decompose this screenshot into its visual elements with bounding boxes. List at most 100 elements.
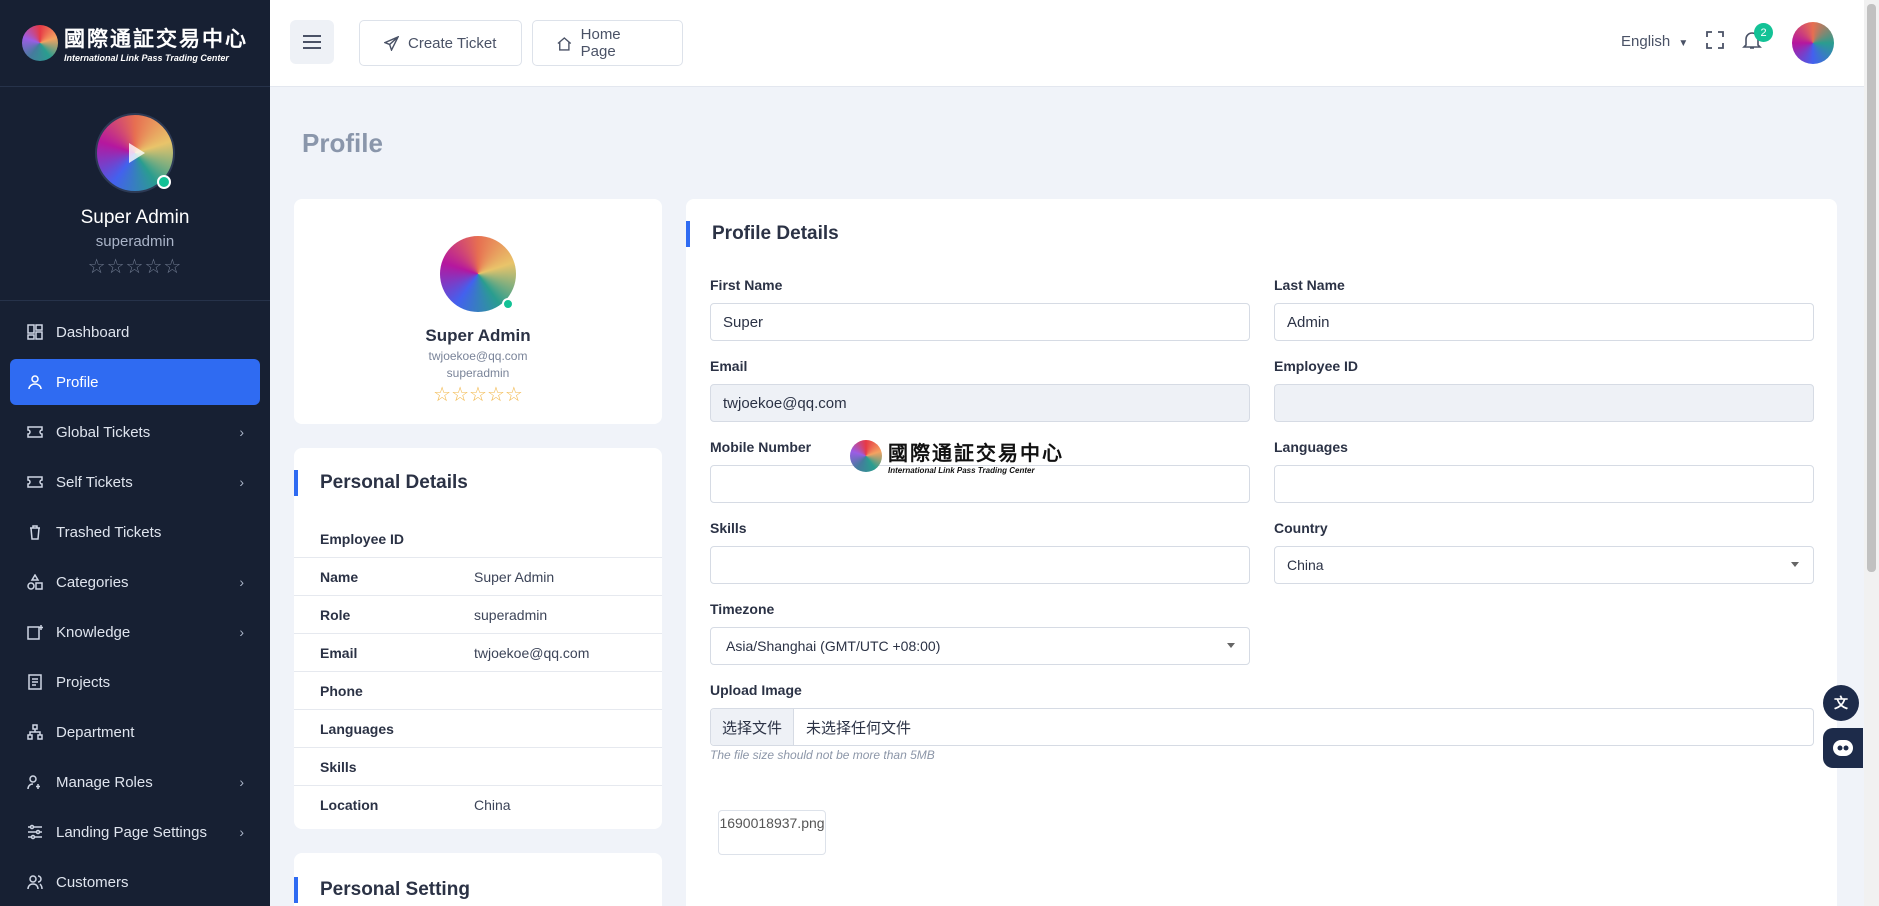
profile-image-preview: 1690018937.png	[718, 810, 826, 855]
watermark-title-en: International Link Pass Trading Center	[888, 466, 1035, 475]
email-input[interactable]: twjoekoe@qq.com	[710, 384, 1250, 422]
sidebar-item-landing-page-settings[interactable]: Landing Page Settings ›	[10, 809, 260, 855]
ticket-icon	[26, 473, 44, 491]
create-ticket-button[interactable]: Create Ticket	[359, 20, 522, 66]
sidebar-item-label: Knowledge	[56, 623, 131, 641]
chevron-right-icon: ›	[239, 774, 244, 790]
first-name-input[interactable]: Super	[710, 303, 1250, 341]
country-select[interactable]: China	[1274, 546, 1814, 584]
avatar	[440, 236, 516, 312]
country-value: China	[1287, 557, 1324, 573]
email-value: twjoekoe@qq.com	[723, 394, 847, 412]
sidebar-item-manage-roles[interactable]: Manage Roles ›	[10, 759, 260, 805]
detail-key: Location	[320, 797, 379, 813]
chevron-right-icon: ›	[239, 824, 244, 840]
personal-details-card: Personal Details Employee ID Name Super A…	[294, 448, 662, 829]
sidebar-item-label: Manage Roles	[56, 773, 153, 791]
section-title: Profile Details	[686, 221, 839, 247]
caret-down-icon	[1227, 643, 1235, 648]
timezone-select[interactable]: Asia/Shanghai (GMT/UTC +08:00)	[710, 627, 1250, 665]
personal-setting-card: Personal Setting	[294, 853, 662, 906]
detail-key: Phone	[320, 682, 363, 699]
sidebar-item-self-tickets[interactable]: Self Tickets ›	[10, 459, 260, 505]
sidebar-item-customers[interactable]: Customers	[10, 859, 260, 905]
ticket-icon	[26, 423, 44, 441]
languages-input[interactable]	[1274, 465, 1814, 503]
sidebar-username: superadmin	[95, 233, 175, 250]
customers-icon	[26, 873, 44, 891]
chevron-right-icon: ›	[239, 474, 244, 490]
menu-toggle-button[interactable]	[290, 20, 334, 64]
play-icon	[129, 143, 145, 163]
projects-icon	[26, 673, 44, 691]
profile-username: superadmin	[446, 366, 510, 380]
sidebar-item-label: Self Tickets	[56, 473, 133, 491]
sidebar-item-projects[interactable]: Projects	[10, 659, 260, 705]
page-scrollbar[interactable]	[1864, 0, 1879, 906]
sidebar-item-global-tickets[interactable]: Global Tickets ›	[10, 409, 260, 455]
chevron-right-icon: ›	[239, 574, 244, 590]
sidebar-item-label: Dashboard	[56, 323, 130, 341]
sidebar-item-dashboard[interactable]: Dashboard	[10, 309, 260, 355]
sidebar-item-trashed-tickets[interactable]: Trashed Tickets	[10, 509, 260, 555]
employee-id-input[interactable]	[1274, 384, 1814, 422]
create-ticket-label: Create Ticket	[408, 34, 497, 52]
last-name-input[interactable]: Admin	[1274, 303, 1814, 341]
detail-value: superadmin	[474, 606, 548, 623]
fullscreen-icon[interactable]	[1706, 31, 1724, 49]
section-title: Personal Setting	[294, 877, 662, 903]
home-page-button[interactable]: Home Page	[532, 20, 683, 66]
profile-name: Super Admin	[425, 326, 531, 345]
sidebar-item-label: Global Tickets	[56, 423, 151, 441]
rating-stars: ☆☆☆☆☆	[87, 256, 183, 278]
sidebar-item-categories[interactable]: Categories ›	[10, 559, 260, 605]
translate-button[interactable]: 文	[1823, 685, 1859, 721]
brand-title-en: International Link Pass Trading Center	[64, 53, 229, 63]
timezone-value: Asia/Shanghai (GMT/UTC +08:00)	[726, 638, 941, 654]
translate-icon: 文	[1834, 695, 1848, 711]
page-title: Profile	[302, 128, 383, 158]
profile-details-card: Profile Details First Name Super Last Na…	[686, 199, 1837, 906]
chatbot-button[interactable]	[1823, 728, 1863, 768]
sidebar-item-label: Department	[56, 723, 135, 741]
sidebar-item-profile[interactable]: Profile	[10, 359, 260, 405]
country-label: Country	[1274, 520, 1328, 536]
table-row: Phone	[294, 672, 662, 710]
chevron-right-icon: ›	[239, 624, 244, 640]
skills-input[interactable]	[710, 546, 1250, 584]
table-row: Location China	[294, 786, 662, 824]
hamburger-icon	[303, 35, 321, 49]
detail-key: Employee ID	[320, 530, 405, 547]
table-row: Email twjoekoe@qq.com	[294, 634, 662, 672]
table-row: Employee ID	[294, 520, 662, 558]
language-dropdown[interactable]: English ▼	[1621, 33, 1688, 50]
detail-key: Email	[320, 644, 358, 661]
header-avatar[interactable]	[1792, 22, 1834, 64]
caret-down-icon	[1791, 562, 1799, 567]
upload-hint: The file size should not be more than 5M…	[710, 748, 935, 762]
sidebar-item-department[interactable]: Department	[10, 709, 260, 755]
detail-key: Name	[320, 568, 359, 585]
language-label: English	[1621, 33, 1671, 50]
home-page-label: Home Page	[580, 26, 621, 60]
table-row: Role superadmin	[294, 596, 662, 634]
detail-key: Skills	[320, 758, 357, 775]
send-icon	[384, 35, 399, 51]
dashboard-icon	[26, 323, 44, 341]
sidebar-item-knowledge[interactable]: Knowledge ›	[10, 609, 260, 655]
upload-image-input[interactable]: 选择文件 未选择任何文件	[710, 708, 1814, 746]
caret-down-icon: ▼	[1678, 38, 1689, 49]
last-name-label: Last Name	[1274, 277, 1345, 293]
knowledge-icon	[26, 623, 44, 641]
brand-logo[interactable]: 國際通証交易中心 International Link Pass Trading…	[0, 0, 270, 87]
category-icon	[26, 573, 44, 591]
scrollbar-thumb[interactable]	[1867, 4, 1876, 572]
table-row: Name Super Admin	[294, 558, 662, 596]
avatar[interactable]	[95, 113, 175, 193]
choose-file-button[interactable]: 选择文件	[711, 709, 795, 745]
online-status-dot	[157, 175, 171, 189]
watermark-title-cn: 國際通証交易中心	[888, 441, 1064, 465]
sidebar-item-label: Projects	[56, 673, 111, 691]
roles-icon	[26, 773, 44, 791]
sidebar-user-name: Super Admin	[80, 207, 190, 228]
